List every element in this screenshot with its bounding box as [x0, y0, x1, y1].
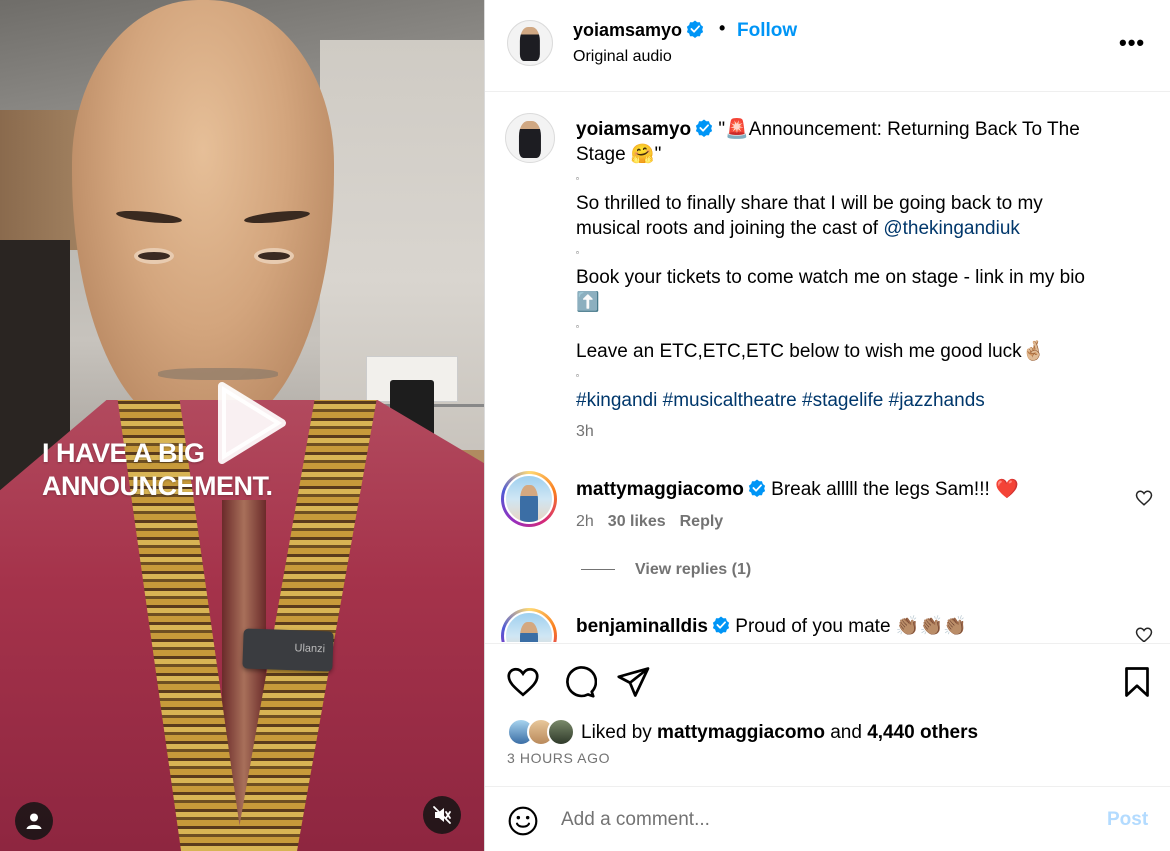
heart-icon[interactable] [1135, 626, 1153, 642]
video-player[interactable]: Ulanzi I HAVE A BIG ANNOUNCEMENT. [0, 0, 484, 851]
comment-meta: 2h 30 likes Reply [576, 513, 723, 531]
post-header: yoiamsamyo • Follow Original audio ••• [485, 0, 1170, 92]
post-actions: Liked by mattymaggiacomo and 4,440 other… [485, 643, 1170, 785]
caption-timestamp[interactable]: 3h [576, 423, 594, 441]
liked-by-and: and [824, 722, 868, 743]
caption-separator: ▫ [576, 248, 579, 257]
liked-by-text: Liked by mattymaggiacomo and 4,440 other… [581, 722, 978, 744]
video-background-wood [0, 110, 80, 250]
heart-icon[interactable] [1135, 489, 1153, 507]
view-replies-button[interactable]: View replies (1) [581, 561, 751, 579]
post-panel: yoiamsamyo • Follow Original audio ••• y… [484, 0, 1170, 851]
commenter-avatar[interactable] [501, 608, 557, 642]
view-replies-label: View replies (1) [635, 561, 752, 578]
comment-body: Break alllll the legs Sam!!! ❤️ [771, 479, 1019, 500]
caption-title: "🚨Announcement: Returning Back To The [718, 119, 1080, 140]
bookmark-icon[interactable] [1119, 664, 1155, 700]
verified-icon [748, 479, 765, 497]
more-icon[interactable]: ••• [1119, 30, 1145, 56]
mute-button[interactable] [423, 796, 461, 834]
caption-author-avatar[interactable] [505, 113, 555, 163]
video-person-eye [134, 248, 174, 264]
verified-icon [696, 119, 713, 137]
caption-paragraph: musical roots and joining the cast of [576, 218, 884, 239]
caption-paragraph: Book your tickets to come watch me on st… [576, 267, 1085, 288]
verified-icon [712, 616, 730, 634]
audio-label[interactable]: Original audio [573, 48, 672, 66]
comment-time[interactable]: 2h [576, 513, 594, 530]
video-overlay-text: I HAVE A BIG ANNOUNCEMENT. [42, 437, 342, 503]
reply-button[interactable]: Reply [680, 513, 724, 530]
comment-username[interactable]: benjaminalldis [576, 616, 708, 637]
video-overlay-line: I HAVE A BIG [42, 438, 205, 468]
liked-by-avatars[interactable] [507, 718, 577, 748]
play-icon[interactable] [200, 378, 290, 468]
caption-username[interactable]: yoiamsamyo [576, 119, 691, 140]
follow-button[interactable]: Follow [737, 20, 797, 42]
caption-paragraph: So thrilled to finally share that I will… [576, 193, 1043, 214]
caption-separator: ▫ [576, 322, 579, 331]
comment-body: Proud of you mate 👏🏽👏🏽👏🏽 [735, 616, 967, 637]
heart-icon[interactable] [505, 664, 541, 700]
liked-by-user[interactable]: mattymaggiacomo [657, 722, 825, 743]
avatar [547, 718, 575, 746]
comment-likes[interactable]: 30 likes [608, 513, 666, 530]
comment-icon[interactable] [561, 664, 597, 700]
comment-input[interactable] [561, 805, 1081, 835]
caption-paragraph: Leave an ETC,ETC,ETC below to wish me go… [576, 341, 1046, 362]
video-person-eye [254, 248, 294, 264]
comment-text: benjaminalldis Proud of you mate 👏🏽👏🏽👏🏽 [576, 614, 967, 638]
header-separator: • [719, 18, 726, 38]
caption-title-cont: Stage 🤗" [576, 144, 662, 165]
post-caption: yoiamsamyo "🚨Announcement: Returning Bac… [576, 117, 1136, 413]
mute-icon [433, 806, 451, 824]
liked-by-prefix: Liked by [581, 722, 658, 743]
comments-scroll-area[interactable]: yoiamsamyo "🚨Announcement: Returning Bac… [485, 93, 1170, 642]
caption-separator: ▫ [576, 371, 579, 380]
post-timestamp[interactable]: 3 HOURS AGO [507, 750, 610, 766]
tagged-users-button[interactable] [15, 802, 53, 840]
liked-by-others[interactable]: 4,440 others [867, 722, 978, 743]
caption-separator: ▫ [576, 174, 579, 183]
verified-icon [686, 20, 704, 38]
emoji-icon[interactable] [507, 805, 539, 837]
user-icon [26, 813, 42, 829]
comment-username[interactable]: mattymaggiacomo [576, 479, 744, 500]
share-icon[interactable] [615, 664, 651, 700]
video-overlay-line: ANNOUNCEMENT. [42, 471, 273, 501]
author-username[interactable]: yoiamsamyo [573, 20, 682, 40]
video-mic: Ulanzi [242, 628, 334, 672]
mention-link[interactable]: @thekingandiuk [883, 218, 1020, 239]
author-avatar[interactable] [507, 20, 553, 66]
comment-text: mattymaggiacomo Break alllll the legs Sa… [576, 477, 1019, 501]
post-button[interactable]: Post [1107, 809, 1148, 831]
hashtag-links[interactable]: #kingandi #musicaltheatre #stagelife #ja… [576, 388, 1136, 413]
add-comment-bar: Post [485, 786, 1170, 851]
commenter-avatar[interactable] [501, 471, 557, 527]
caption-emoji: ⬆️ [576, 292, 600, 313]
